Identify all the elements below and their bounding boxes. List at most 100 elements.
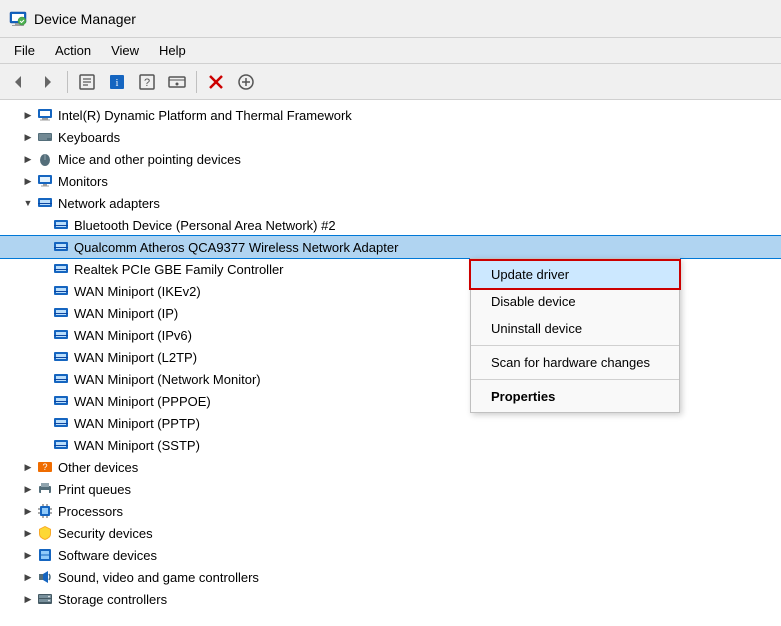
expand-arrow-wan-pppoe[interactable] xyxy=(36,393,52,409)
network-icon xyxy=(52,370,70,388)
tree-item-qualcomm[interactable]: Qualcomm Atheros QCA9377 Wireless Networ… xyxy=(0,236,781,258)
add-legacy-button[interactable] xyxy=(232,68,260,96)
network-icon xyxy=(52,414,70,432)
title-bar: Device Manager xyxy=(0,0,781,38)
cpu-icon xyxy=(36,502,54,520)
expand-arrow-wan-ikev2[interactable] xyxy=(36,283,52,299)
sw-icon xyxy=(36,546,54,564)
expand-arrow-print-queues[interactable]: ▶ xyxy=(20,481,36,497)
app-icon xyxy=(8,9,28,29)
expand-arrow-software-devices[interactable]: ▶ xyxy=(20,547,36,563)
question-icon: ? xyxy=(36,458,54,476)
tree-label-software-devices: Software devices xyxy=(58,548,157,563)
tree-item-processors[interactable]: ▶ Processors xyxy=(0,500,781,522)
app-title: Device Manager xyxy=(34,11,136,27)
svg-text:?: ? xyxy=(42,462,47,472)
expand-arrow-mice[interactable]: ▶ xyxy=(20,151,36,167)
expand-arrow-other-devices[interactable]: ▶ xyxy=(20,459,36,475)
security-icon xyxy=(36,524,54,542)
tree-label-qualcomm: Qualcomm Atheros QCA9377 Wireless Networ… xyxy=(74,240,398,255)
tree-item-sound-devices[interactable]: ▶ Sound, video and game controllers xyxy=(0,566,781,588)
uninstall-button[interactable]: ? xyxy=(133,68,161,96)
expand-arrow-keyboards[interactable]: ▶ xyxy=(20,129,36,145)
tree-label-other-devices: Other devices xyxy=(58,460,138,475)
expand-arrow-bluetooth[interactable] xyxy=(36,217,52,233)
ctx-item-update-driver[interactable]: Update driver xyxy=(471,261,679,288)
ctx-item-properties[interactable]: Properties xyxy=(471,383,679,410)
tree-item-wan-sstp[interactable]: WAN Miniport (SSTP) xyxy=(0,434,781,456)
tree-item-mice[interactable]: ▶Mice and other pointing devices xyxy=(0,148,781,170)
tree-item-keyboards[interactable]: ▶ Keyboards xyxy=(0,126,781,148)
tree-label-monitors: Monitors xyxy=(58,174,108,189)
mouse-icon xyxy=(36,150,54,168)
ctx-item-disable-device[interactable]: Disable device xyxy=(471,288,679,315)
ctx-item-uninstall-device[interactable]: Uninstall device xyxy=(471,315,679,342)
network-icon xyxy=(36,194,54,212)
tree-label-wan-l2tp: WAN Miniport (L2TP) xyxy=(74,350,197,365)
tree-item-other-devices[interactable]: ▶? Other devices xyxy=(0,456,781,478)
delete-button[interactable] xyxy=(202,68,230,96)
tree-item-software-devices[interactable]: ▶ Software devices xyxy=(0,544,781,566)
tree-label-wan-netmon: WAN Miniport (Network Monitor) xyxy=(74,372,261,387)
tree-item-security-devices[interactable]: ▶Security devices xyxy=(0,522,781,544)
network-icon xyxy=(52,436,70,454)
expand-arrow-wan-netmon[interactable] xyxy=(36,371,52,387)
main-content: ▶Intel(R) Dynamic Platform and Thermal F… xyxy=(0,100,781,626)
expand-arrow-wan-l2tp[interactable] xyxy=(36,349,52,365)
storage-icon xyxy=(36,590,54,608)
ctx-separator-sep1 xyxy=(471,345,679,346)
menu-action[interactable]: Action xyxy=(45,41,101,60)
network-icon xyxy=(52,238,70,256)
expand-arrow-storage-controllers[interactable]: ▶ xyxy=(20,591,36,607)
tree-label-processors: Processors xyxy=(58,504,123,519)
expand-arrow-wan-ipv6[interactable] xyxy=(36,327,52,343)
tree-label-keyboards: Keyboards xyxy=(58,130,120,145)
tree-label-wan-sstp: WAN Miniport (SSTP) xyxy=(74,438,200,453)
tree-item-wan-pptp[interactable]: WAN Miniport (PPTP) xyxy=(0,412,781,434)
print-icon xyxy=(36,480,54,498)
tree-label-storage-controllers: Storage controllers xyxy=(58,592,167,607)
back-button[interactable] xyxy=(4,68,32,96)
network-icon xyxy=(52,282,70,300)
properties-button[interactable] xyxy=(73,68,101,96)
expand-arrow-intel-platform[interactable]: ▶ xyxy=(20,107,36,123)
network-icon xyxy=(52,326,70,344)
tree-item-print-queues[interactable]: ▶Print queues xyxy=(0,478,781,500)
svg-text:?: ? xyxy=(144,77,150,89)
tree-label-network-adapters: Network adapters xyxy=(58,196,160,211)
scan-button[interactable] xyxy=(163,68,191,96)
expand-arrow-qualcomm[interactable] xyxy=(36,239,52,255)
tree-item-monitors[interactable]: ▶ Monitors xyxy=(0,170,781,192)
forward-button[interactable] xyxy=(34,68,62,96)
ctx-item-scan-hardware[interactable]: Scan for hardware changes xyxy=(471,349,679,376)
ctx-separator-sep2 xyxy=(471,379,679,380)
expand-arrow-processors[interactable]: ▶ xyxy=(20,503,36,519)
tree-label-sound-devices: Sound, video and game controllers xyxy=(58,570,259,585)
expand-arrow-wan-ip[interactable] xyxy=(36,305,52,321)
expand-arrow-security-devices[interactable]: ▶ xyxy=(20,525,36,541)
expand-arrow-realtek[interactable] xyxy=(36,261,52,277)
toolbar-sep-1 xyxy=(67,71,68,93)
tree-item-network-adapters[interactable]: ▼ Network adapters xyxy=(0,192,781,214)
expand-arrow-sound-devices[interactable]: ▶ xyxy=(20,569,36,585)
tree-item-bluetooth[interactable]: Bluetooth Device (Personal Area Network)… xyxy=(0,214,781,236)
context-menu: Update driverDisable deviceUninstall dev… xyxy=(470,258,680,413)
tree-item-intel-platform[interactable]: ▶Intel(R) Dynamic Platform and Thermal F… xyxy=(0,104,781,126)
network-icon xyxy=(52,348,70,366)
menu-view[interactable]: View xyxy=(101,41,149,60)
menu-file[interactable]: File xyxy=(4,41,45,60)
monitor-icon xyxy=(36,172,54,190)
network-icon xyxy=(52,216,70,234)
tree-label-realtek: Realtek PCIe GBE Family Controller xyxy=(74,262,284,277)
tree-item-storage-controllers[interactable]: ▶ Storage controllers xyxy=(0,588,781,610)
expand-arrow-wan-pptp[interactable] xyxy=(36,415,52,431)
network-icon xyxy=(52,260,70,278)
tree-label-wan-pppoe: WAN Miniport (PPPOE) xyxy=(74,394,211,409)
menu-bar: File Action View Help xyxy=(0,38,781,64)
expand-arrow-wan-sstp[interactable] xyxy=(36,437,52,453)
expand-arrow-monitors[interactable]: ▶ xyxy=(20,173,36,189)
menu-help[interactable]: Help xyxy=(149,41,196,60)
expand-arrow-network-adapters[interactable]: ▼ xyxy=(20,195,36,211)
tree-label-wan-ikev2: WAN Miniport (IKEv2) xyxy=(74,284,201,299)
update-driver-button[interactable]: i xyxy=(103,68,131,96)
